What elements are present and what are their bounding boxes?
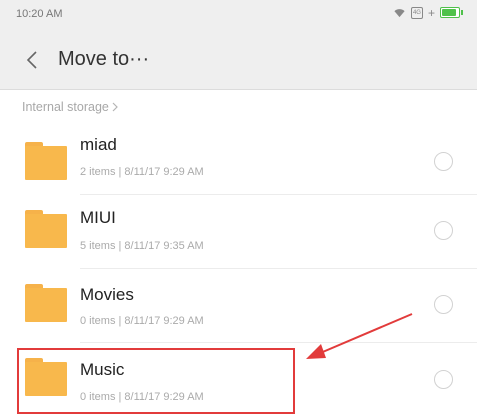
select-radio[interactable]: [434, 295, 453, 314]
folder-meta: 2 items | 8/11/17 9:29 AM: [80, 166, 204, 178]
sim-icon: 4G: [410, 6, 423, 19]
folder-icon: [25, 358, 67, 396]
list-item-miui[interactable]: MIUI 5 items | 8/11/17 9:35 AM: [0, 196, 477, 272]
chevron-right-icon: [112, 102, 118, 112]
battery-tip: [461, 10, 463, 15]
folder-icon: [25, 142, 67, 180]
list-item-music[interactable]: Music 0 items | 8/11/17 9:29 AM: [0, 344, 477, 420]
breadcrumb[interactable]: Internal storage: [22, 100, 118, 114]
folder-icon: [25, 284, 67, 322]
status-icons: 4G +: [393, 6, 463, 19]
list-divider: [80, 342, 477, 343]
battery-fill: [442, 9, 456, 16]
select-radio[interactable]: [434, 370, 453, 389]
select-radio[interactable]: [434, 221, 453, 240]
folder-meta: 0 items | 8/11/17 9:29 AM: [80, 391, 204, 403]
signal-plus-icon: +: [427, 5, 435, 20]
folder-icon: [25, 210, 67, 248]
battery-body: [440, 7, 460, 18]
wifi-icon: [394, 9, 405, 18]
page-title: Move to···: [58, 48, 150, 70]
list-divider: [80, 268, 477, 269]
folder-name: Movies: [80, 285, 134, 304]
status-time: 10:20 AM: [16, 8, 63, 20]
folder-meta: 5 items | 8/11/17 9:35 AM: [80, 240, 204, 252]
folder-name: miad: [80, 135, 117, 154]
chevron-left-icon[interactable]: [26, 50, 38, 70]
folder-name: Music: [80, 360, 125, 379]
select-radio[interactable]: [434, 152, 453, 171]
status-bar: 10:20 AM 4G +: [0, 0, 477, 30]
header: Move to···: [0, 30, 477, 90]
list-item-miad[interactable]: miad 2 items | 8/11/17 9:29 AM: [0, 128, 477, 204]
header-divider: [0, 89, 477, 90]
list-item-movies[interactable]: Movies 0 items | 8/11/17 9:29 AM: [0, 270, 477, 346]
folder-meta: 0 items | 8/11/17 9:29 AM: [80, 315, 204, 327]
breadcrumb-label[interactable]: Internal storage: [22, 100, 109, 114]
folder-name: MIUI: [80, 208, 116, 227]
list-divider: [80, 194, 477, 195]
battery-icon: [440, 7, 463, 18]
